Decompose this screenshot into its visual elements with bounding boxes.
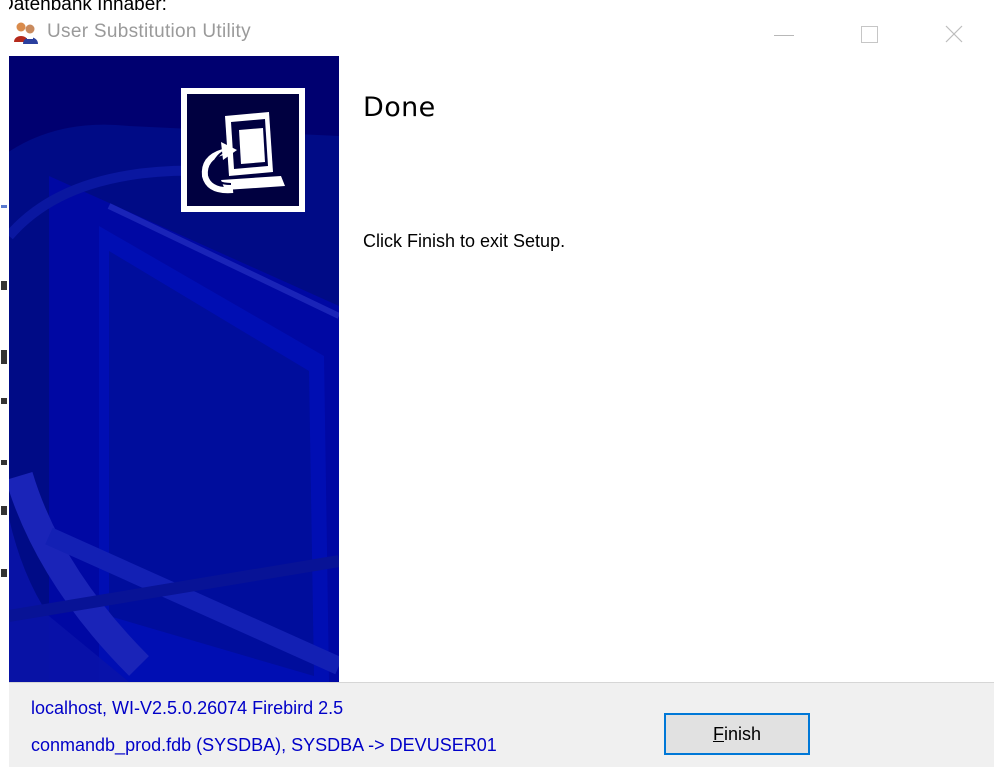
background-mark — [1, 460, 7, 465]
window-title: User Substitution Utility — [47, 21, 251, 42]
screen: Datenbank Inhaber: User Substitution Uti… — [0, 0, 994, 767]
wizard-content: Done Click Finish to exit Setup. — [339, 56, 994, 682]
background-mark — [1, 569, 7, 577]
background-left-strip — [0, 0, 9, 767]
minimize-button[interactable] — [754, 16, 814, 52]
setup-wizard-window: User Substitution Utility Done Click Fin… — [9, 12, 994, 767]
app-users-icon — [13, 20, 39, 44]
minimize-icon — [774, 34, 794, 36]
instruction-text: Click Finish to exit Setup. — [363, 231, 566, 251]
close-button[interactable] — [924, 16, 984, 52]
finish-button[interactable]: Finish — [664, 713, 810, 755]
background-mark — [1, 350, 7, 364]
database-info: conmandb_prod.fdb (SYSDBA), SYSDBA -> DE… — [31, 735, 497, 755]
title-bar[interactable]: User Substitution Utility — [9, 12, 994, 56]
close-icon — [945, 25, 963, 43]
maximize-button[interactable] — [839, 16, 899, 52]
wizard-footer: localhost, WI-V2.5.0.26074 Firebird 2.5 … — [9, 682, 994, 767]
finish-button-label: inish — [723, 723, 762, 744]
background-mark — [1, 506, 7, 515]
finish-button-mnemonic: F — [712, 723, 724, 744]
computer-setup-icon — [181, 88, 305, 212]
connection-info: localhost, WI-V2.5.0.26074 Firebird 2.5 — [31, 698, 344, 718]
background-mark — [1, 205, 7, 208]
background-mark — [1, 281, 7, 290]
maximize-icon — [860, 25, 878, 43]
background-mark — [1, 398, 7, 404]
page-title: Done — [363, 92, 436, 123]
